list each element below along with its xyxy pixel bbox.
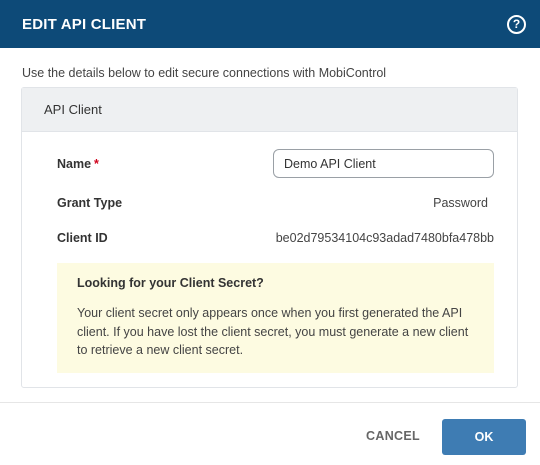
dialog-footer: CANCEL OK bbox=[0, 402, 540, 465]
intro-text: Use the details below to edit secure con… bbox=[22, 66, 387, 80]
question-circle-icon[interactable]: ? bbox=[507, 14, 526, 34]
name-input[interactable] bbox=[273, 149, 494, 178]
ok-button[interactable]: OK bbox=[442, 419, 526, 455]
client-id-value: be02d79534104c93adad7480bfa478bb bbox=[275, 231, 494, 245]
notice-body: Your client secret only appears once whe… bbox=[77, 306, 469, 357]
grant-type-value: Password bbox=[433, 196, 488, 210]
required-marker: * bbox=[94, 156, 99, 171]
dialog-title: EDIT API CLIENT bbox=[22, 15, 147, 33]
name-row: Name * bbox=[57, 149, 494, 178]
card-header: API Client bbox=[22, 88, 517, 132]
dialog-header: EDIT API CLIENT ? bbox=[0, 0, 540, 48]
client-secret-notice: Looking for your Client Secret? Your cli… bbox=[57, 263, 494, 373]
api-client-card: API Client Name* Grant Type Password Cli… bbox=[21, 87, 518, 388]
grant-type-row: Grant Type Password bbox=[57, 196, 494, 210]
client-id-label: Client ID bbox=[57, 231, 108, 245]
grant-type-label: Grant Type bbox=[57, 196, 123, 210]
cancel-button[interactable]: CANCEL bbox=[362, 421, 424, 451]
name-label-group: Name * bbox=[57, 157, 99, 171]
client-id-row: Client ID be02d79534104c93adad7480bfa478… bbox=[57, 231, 494, 245]
name-label: Name bbox=[57, 156, 92, 171]
notice-title: Looking for your Client Secret? bbox=[77, 276, 264, 290]
